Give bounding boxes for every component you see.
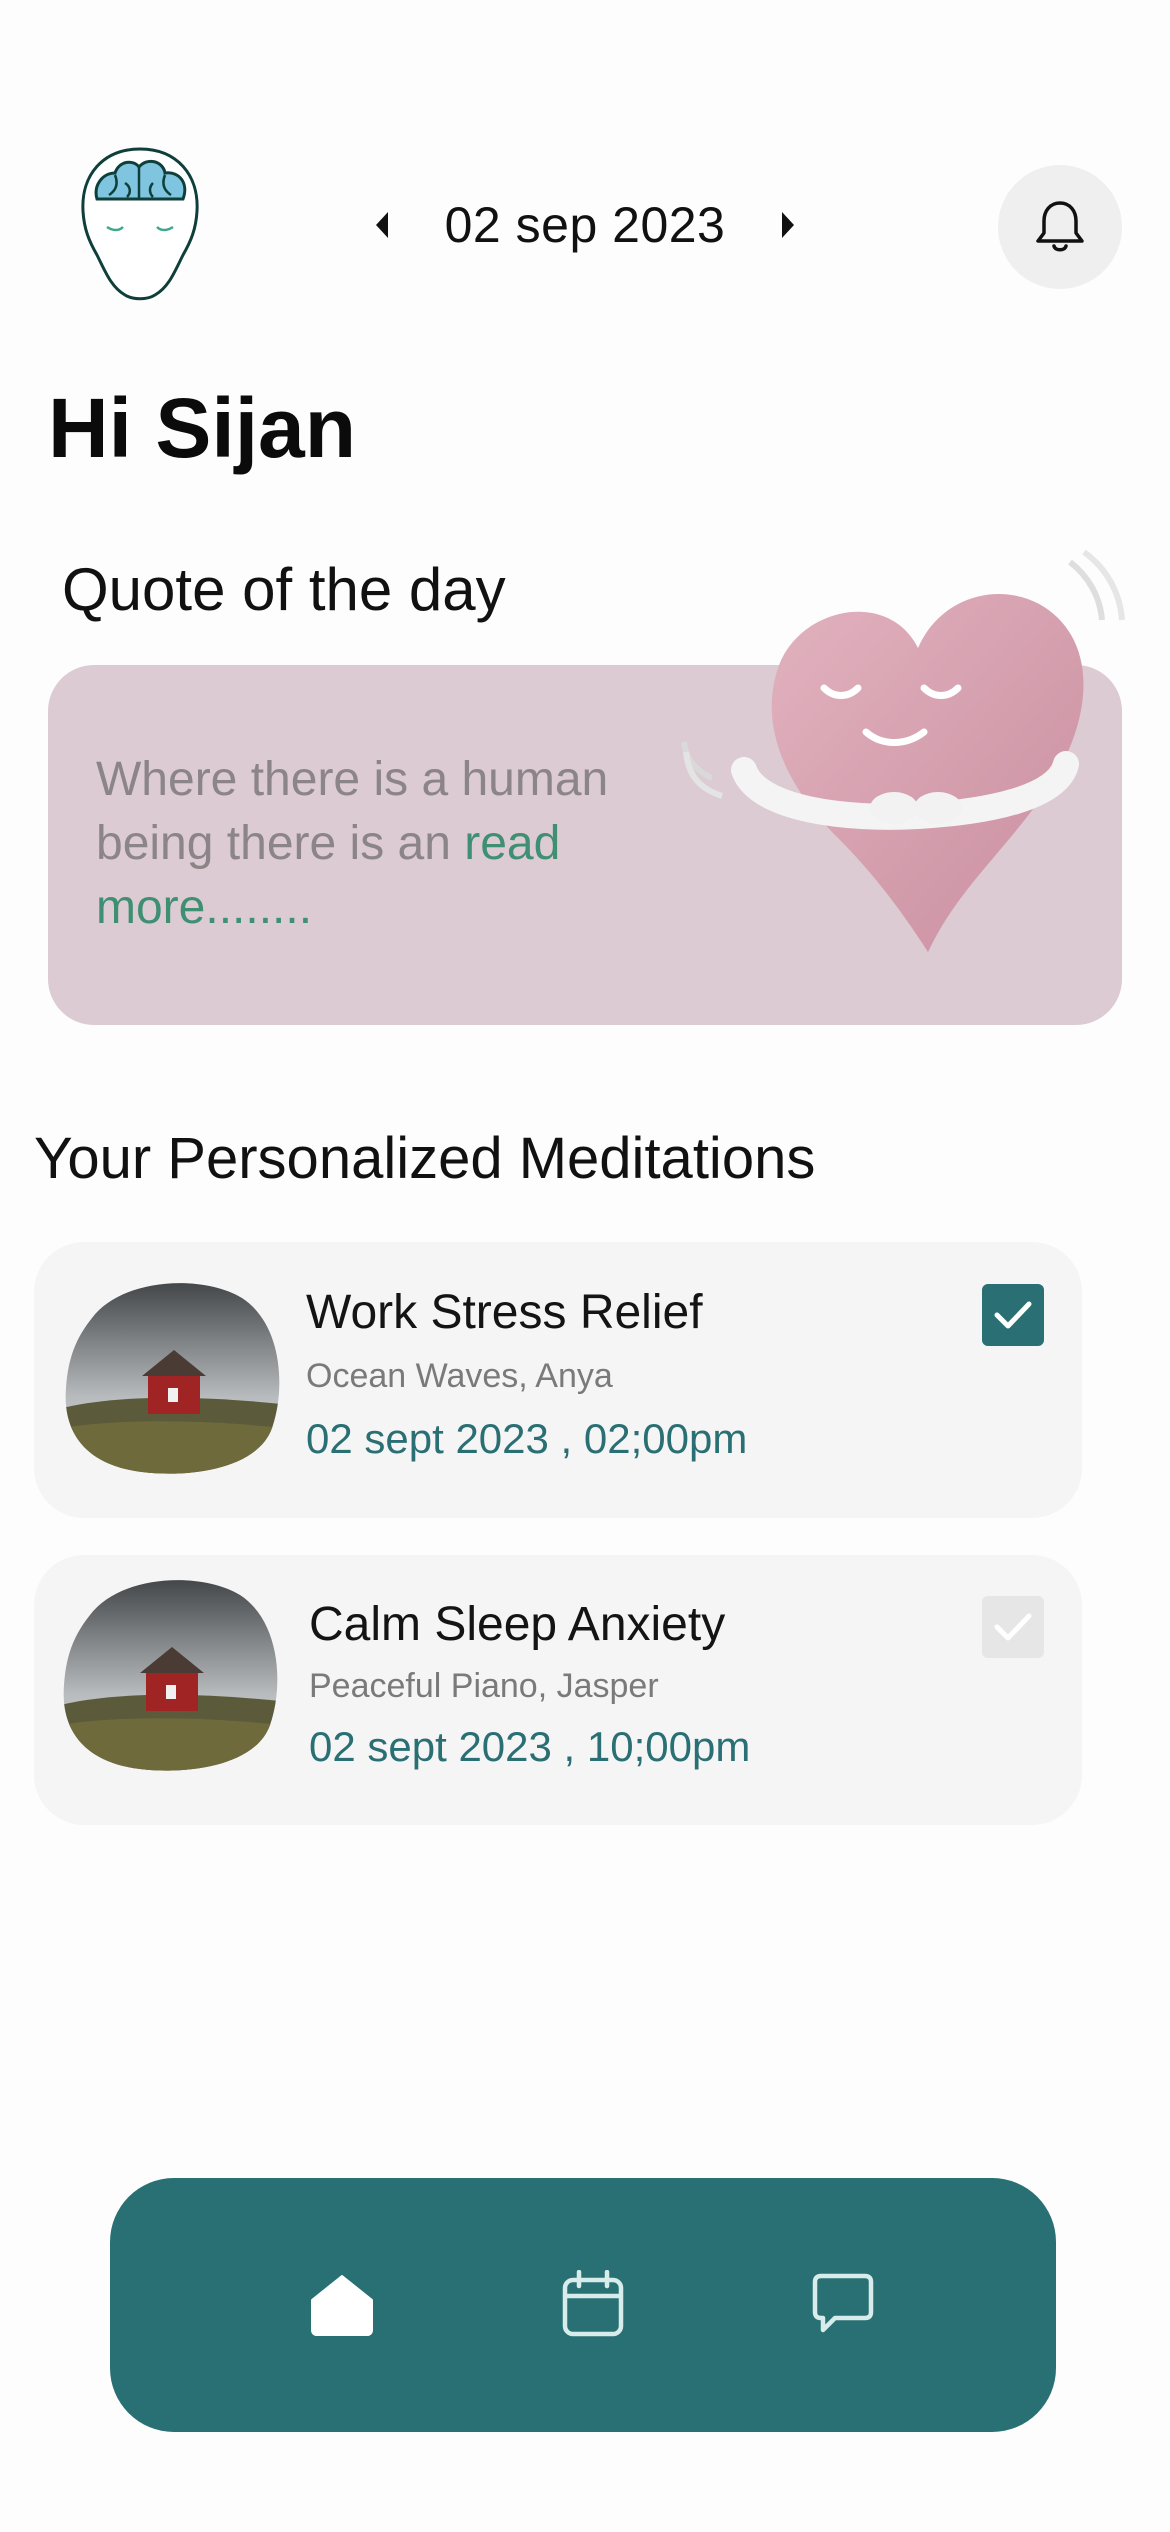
nav-calendar-button[interactable] [548,2259,638,2349]
meditations-title: Your Personalized Meditations [34,1126,816,1191]
chat-icon [812,2273,874,2333]
app-logo [75,145,205,303]
home-icon [311,2275,373,2336]
calendar-icon [562,2270,624,2337]
nav-chat-button[interactable] [798,2259,888,2349]
nav-home-button[interactable] [297,2259,387,2349]
meditation-subtitle: Peaceful Piano, Jasper [309,1667,659,1705]
meditation-thumbnail [60,1575,280,1775]
checkmark-icon [994,1301,1032,1329]
caret-left-icon [376,212,388,238]
notification-button[interactable] [998,165,1122,289]
greeting: Hi Sijan [48,381,357,475]
meditation-thumbnail [62,1278,282,1478]
current-date: 02 sep 2023 [444,197,726,253]
hugging-heart-illustration [648,548,1154,968]
meditation-checkbox-unchecked[interactable] [982,1596,1044,1658]
quote-text: Where there is a human being there is an… [96,748,676,940]
caret-right-icon [782,212,794,238]
brain-head-icon [81,147,199,301]
date-navigator: 02 sep 2023 [360,180,810,270]
meditation-subtitle: Ocean Waves, Anya [306,1357,613,1395]
meditation-time: 02 sept 2023 , 10;00pm [309,1723,751,1770]
previous-date-button[interactable] [360,195,404,255]
bell-icon [1036,201,1084,252]
meditation-time: 02 sept 2023 , 02;00pm [306,1415,748,1462]
quote-title: Quote of the day [62,556,506,623]
next-date-button[interactable] [766,195,810,255]
checkmark-icon [994,1613,1032,1641]
meditation-checkbox-checked[interactable] [982,1284,1044,1346]
meditation-title: Calm Sleep Anxiety [309,1598,726,1651]
meditation-title: Work Stress Relief [306,1286,703,1339]
